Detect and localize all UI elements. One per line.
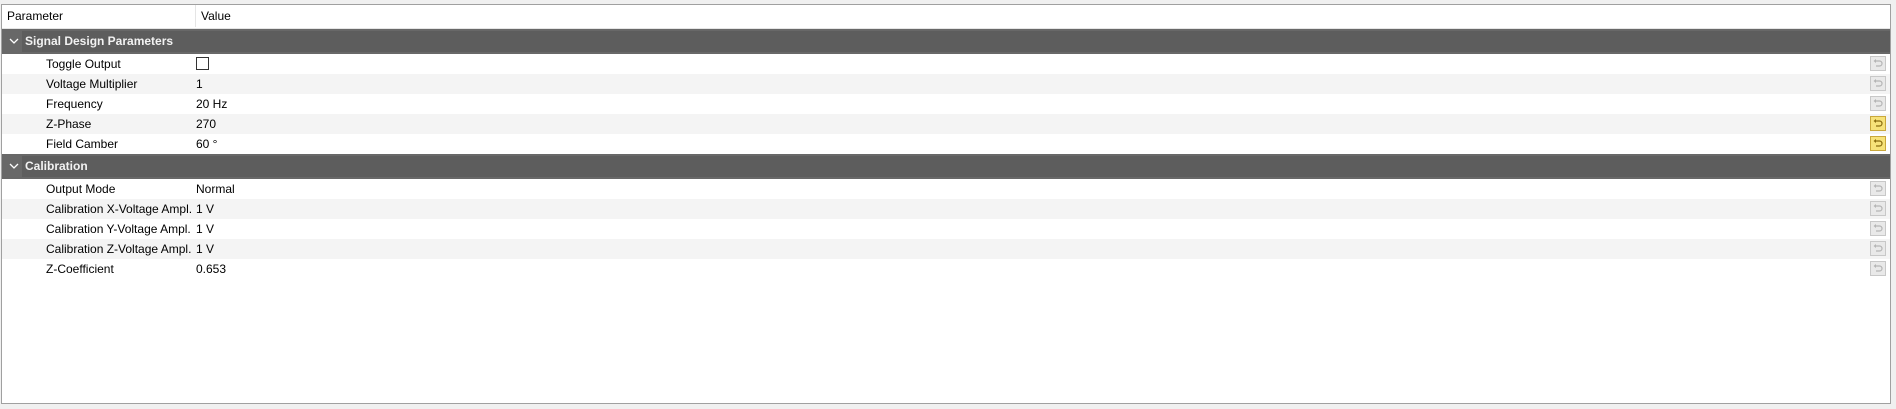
property-value[interactable]: 1 [196,74,203,94]
property-name: Output Mode [46,182,116,196]
property-value[interactable]: 20 Hz [196,94,227,114]
property-name: Calibration Z-Voltage Ampl. [46,242,192,256]
undo-icon [1873,139,1883,147]
property-row-calibration-y: Calibration Y-Voltage Ampl. 1 V [2,219,1890,239]
property-value[interactable]: 1 V [196,219,214,239]
property-row-z-phase: Z-Phase 270 [2,114,1890,134]
reset-button[interactable] [1870,96,1886,111]
property-name: Calibration Y-Voltage Ampl. [46,222,191,236]
reset-button[interactable] [1870,76,1886,91]
group-header-signal-design[interactable]: Signal Design Parameters [2,29,1890,54]
property-name: Z-Coefficient [46,262,114,276]
property-row-field-camber: Field Camber 60 ° [2,134,1890,154]
property-row-toggle-output: Toggle Output [2,54,1890,74]
reset-button[interactable] [1870,261,1886,276]
property-row-calibration-z: Calibration Z-Voltage Ampl. 1 V [2,239,1890,259]
undo-icon [1873,184,1883,192]
undo-icon [1873,204,1883,212]
undo-icon [1873,79,1883,87]
undo-icon [1873,59,1883,67]
group-title: Calibration [25,159,88,173]
reset-button[interactable] [1870,241,1886,256]
property-grid: Parameter Value Signal Design Parameters… [1,4,1891,404]
property-row-voltage-multiplier: Voltage Multiplier 1 [2,74,1890,94]
property-value[interactable]: Normal [196,179,235,199]
group-header-bar [22,156,1890,177]
property-row-frequency: Frequency 20 Hz [2,94,1890,114]
group-header-bar [22,31,1890,52]
group-title: Signal Design Parameters [25,34,174,48]
value-column-header[interactable]: Value [196,5,496,27]
reset-button[interactable] [1870,181,1886,196]
property-row-output-mode: Output Mode Normal [2,179,1890,199]
toggle-output-checkbox[interactable] [196,57,209,70]
property-name: Z-Phase [46,117,92,131]
property-name: Calibration X-Voltage Ampl. [46,202,193,216]
property-value[interactable]: 0.653 [196,259,226,279]
undo-icon [1873,244,1883,252]
reset-button[interactable] [1870,136,1886,151]
group-header-calibration[interactable]: Calibration [2,154,1890,179]
property-name: Voltage Multiplier [46,77,138,91]
property-value[interactable]: 1 V [196,199,214,219]
undo-icon [1873,224,1883,232]
property-name: Frequency [46,97,103,111]
undo-icon [1873,119,1883,127]
property-value[interactable]: 1 V [196,239,214,259]
grid-header: Parameter Value [2,5,1890,29]
reset-button[interactable] [1870,56,1886,71]
chevron-down-icon[interactable] [8,154,20,179]
reset-button[interactable] [1870,221,1886,236]
property-value[interactable]: 60 ° [196,134,217,154]
property-row-calibration-x: Calibration X-Voltage Ampl. 1 V [2,199,1890,219]
property-name: Field Camber [46,137,119,151]
reset-button[interactable] [1870,201,1886,216]
property-row-z-coefficient: Z-Coefficient 0.653 [2,259,1890,279]
undo-icon [1873,99,1883,107]
property-value[interactable]: 270 [196,114,216,134]
property-name: Toggle Output [46,57,121,71]
chevron-down-icon[interactable] [8,29,20,54]
parameter-column-header[interactable]: Parameter [2,5,196,27]
undo-icon [1873,264,1883,272]
reset-button[interactable] [1870,116,1886,131]
